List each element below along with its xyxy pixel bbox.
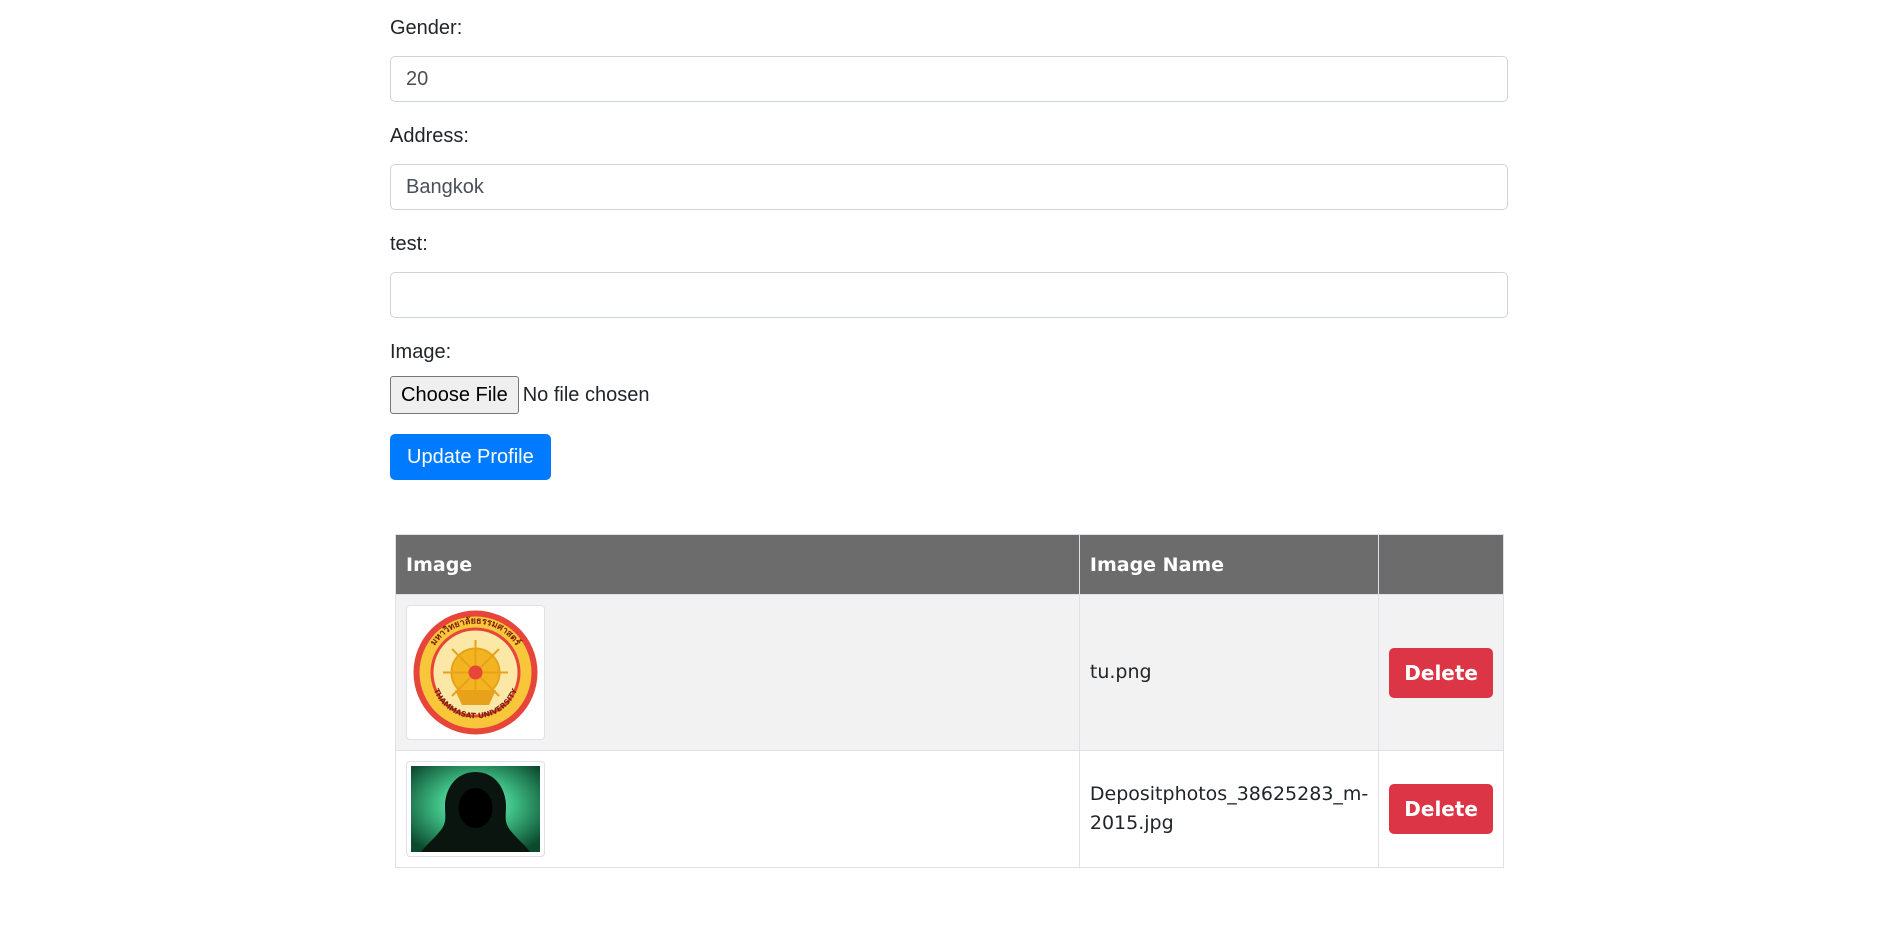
choose-file-button[interactable]: Choose File	[390, 376, 519, 414]
header-image: Image	[395, 534, 1080, 595]
image-label: Image:	[390, 341, 452, 363]
image-file-input[interactable]: Choose File No file chosen	[390, 376, 1508, 414]
delete-button[interactable]: Delete	[1389, 784, 1493, 834]
gender-input[interactable]	[390, 56, 1508, 102]
header-actions	[1378, 534, 1504, 595]
actions-cell: Delete	[1378, 750, 1504, 868]
image-name-cell: Depositphotos_38625283_m-2015.jpg	[1078, 750, 1380, 868]
image-cell	[395, 750, 1080, 868]
address-label: Address:	[390, 125, 469, 147]
table-header-row: Image Image Name	[395, 534, 1504, 595]
image-name-cell: tu.png	[1078, 594, 1380, 751]
hooded-figure-image	[411, 766, 540, 852]
image-thumbnail	[406, 761, 545, 857]
table-row: Depositphotos_38625283_m-2015.jpg Delete	[395, 750, 1504, 868]
header-image-name: Image Name	[1078, 534, 1380, 595]
images-table: Image Image Name มหาวิทยาลัยธรรมศาสตร์ T…	[395, 534, 1504, 868]
delete-button[interactable]: Delete	[1389, 647, 1493, 698]
actions-cell: Delete	[1378, 594, 1504, 751]
table-row: มหาวิทยาลัยธรรมศาสตร์ THAMMASAT UNIVERSI…	[395, 594, 1504, 751]
update-profile-button[interactable]: Update Profile	[390, 434, 551, 480]
image-thumbnail: มหาวิทยาลัยธรรมศาสตร์ THAMMASAT UNIVERSI…	[406, 605, 545, 740]
test-input[interactable]	[390, 272, 1508, 318]
address-input[interactable]	[390, 164, 1508, 210]
university-seal-image: มหาวิทยาลัยธรรมศาสตร์ THAMMASAT UNIVERSI…	[413, 610, 538, 735]
profile-form: Gender: Address: test: Image: Choose Fil…	[390, 0, 1508, 480]
test-label: test:	[390, 233, 428, 255]
gender-label: Gender:	[390, 17, 463, 39]
image-cell: มหาวิทยาลัยธรรมศาสตร์ THAMMASAT UNIVERSI…	[395, 594, 1080, 751]
file-status: No file chosen	[522, 383, 650, 406]
